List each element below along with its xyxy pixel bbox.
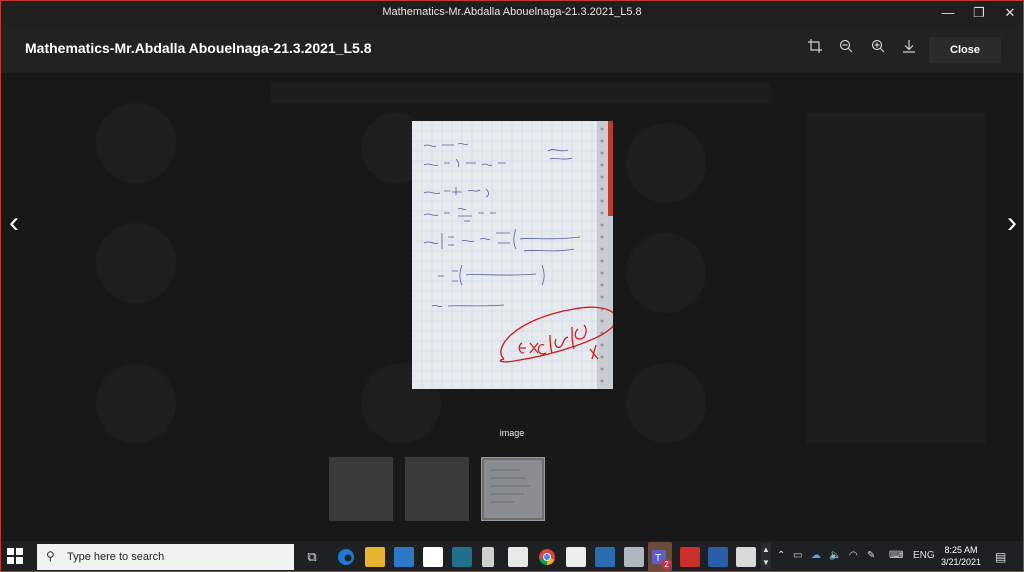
window-titlebar: Mathematics-Mr.Abdalla Abouelnaga-21.3.2… (1, 1, 1023, 25)
keyboard-icon[interactable]: ⌨ (889, 550, 903, 561)
windows-start-icon[interactable] (7, 548, 23, 564)
chat-icon[interactable] (508, 547, 528, 567)
chrome-icon[interactable] (537, 547, 557, 567)
notifications-icon[interactable]: ▤ (995, 550, 1006, 564)
next-image-button[interactable]: › (1001, 206, 1023, 240)
image-viewer: ‹ › image (1, 73, 1023, 541)
search-icon: ⚲ (46, 549, 55, 563)
background-panel (271, 83, 771, 103)
background-avatar (96, 223, 176, 303)
store-icon[interactable] (595, 547, 615, 567)
notebook-photo (412, 121, 613, 389)
app-icon[interactable] (680, 547, 700, 567)
document-title: Mathematics-Mr.Abdalla Abouelnaga-21.3.2… (25, 40, 372, 56)
download-icon[interactable] (899, 39, 919, 59)
window-close-button[interactable]: ✕ (993, 1, 1023, 25)
window-title: Mathematics-Mr.Abdalla Abouelnaga-21.3.2… (382, 6, 642, 18)
pen-icon[interactable]: ✎ (867, 550, 875, 561)
search-placeholder: Type here to search (67, 551, 165, 563)
taskbar-scroll-buttons[interactable]: ▲ ▼ (761, 543, 771, 569)
app-icon[interactable] (452, 547, 472, 567)
background-avatar (626, 123, 706, 203)
thumbnail-2[interactable] (405, 457, 469, 521)
windows-taskbar: ⚲ Type here to search ⧉ T 2 ▲ ▼ ⌃ ▭ ☁ 🔈 ◠… (1, 541, 1023, 571)
zoom-out-icon[interactable] (836, 39, 856, 59)
teams-badge: 2 (661, 559, 672, 570)
app-icon[interactable] (566, 547, 586, 567)
file-explorer-icon[interactable] (365, 547, 385, 567)
onedrive-icon[interactable]: ☁ (811, 550, 821, 561)
previous-image-button[interactable]: ‹ (3, 206, 25, 240)
crop-icon[interactable] (805, 39, 825, 59)
app-icon[interactable] (482, 547, 494, 567)
clock[interactable]: 8:25 AM 3/21/2021 (935, 544, 987, 568)
app-icon[interactable] (708, 547, 728, 567)
zoom-in-icon[interactable] (868, 39, 888, 59)
date: 3/21/2021 (940, 557, 982, 567)
app-icon[interactable] (736, 547, 756, 567)
background-avatar (96, 103, 176, 183)
restore-button[interactable]: ❐ (962, 1, 996, 25)
time: 8:25 AM (944, 545, 978, 555)
thumbnail-3-selected[interactable] (481, 457, 545, 521)
wifi-icon[interactable]: ◠ (849, 550, 858, 561)
mail-icon[interactable] (394, 547, 414, 567)
taskbar-search-box[interactable]: ⚲ Type here to search (37, 544, 294, 570)
app-window: Mathematics-Mr.Abdalla Abouelnaga-21.3.2… (0, 0, 1024, 572)
language-indicator[interactable]: ENG (913, 550, 935, 561)
volume-icon[interactable]: 🔈 (829, 550, 841, 561)
background-avatar (626, 233, 706, 313)
teams-icon[interactable]: T 2 (648, 542, 672, 571)
edge-icon[interactable] (336, 547, 356, 567)
battery-icon[interactable]: ▭ (793, 550, 802, 561)
image-caption: image (499, 428, 525, 438)
app-icon[interactable] (624, 547, 644, 567)
chevron-up-icon[interactable]: ⌃ (777, 550, 785, 561)
viewer-toolbar: Mathematics-Mr.Abdalla Abouelnaga-21.3.2… (1, 25, 1023, 73)
task-view-icon[interactable]: ⧉ (302, 547, 322, 567)
thumbnail-1[interactable] (329, 457, 393, 521)
background-panel (806, 113, 986, 443)
minimize-button[interactable]: — (931, 1, 965, 25)
app-icon[interactable] (423, 547, 443, 567)
close-button[interactable]: Close (929, 37, 1001, 63)
